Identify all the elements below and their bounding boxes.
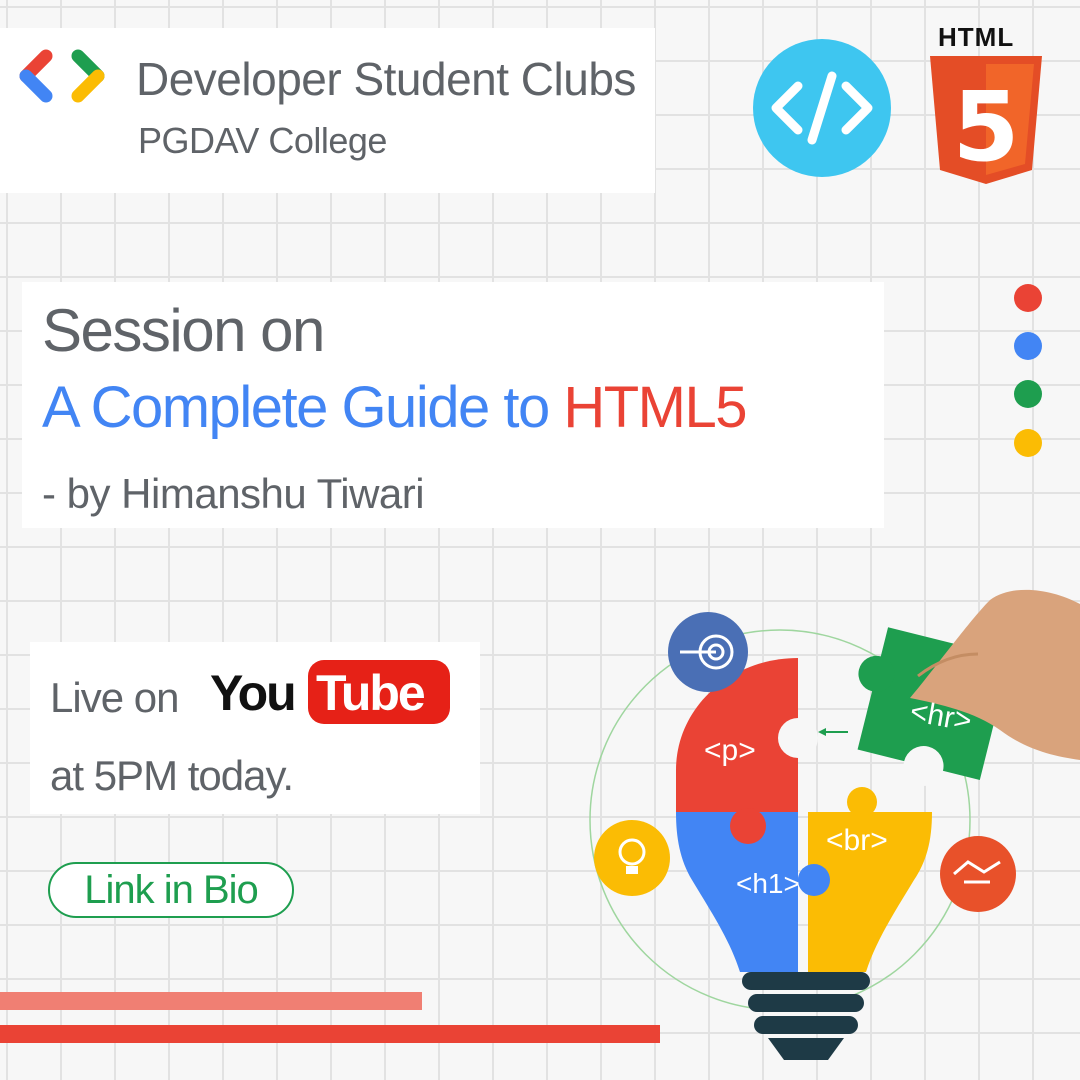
org-name: Developer Student Clubs: [136, 53, 636, 105]
dot-green: [1014, 380, 1042, 408]
speaker: - by Himanshu Tiwari: [42, 470, 425, 517]
html5-number: 5: [953, 71, 1020, 183]
title-line2: A Complete Guide to HTML5: [42, 374, 747, 441]
tag-p: <p>: [704, 734, 756, 767]
live-prefix: Live on: [50, 674, 179, 721]
title-line1: Session on: [42, 297, 325, 364]
handshake-icon: [940, 836, 1016, 912]
dot-blue: [1014, 332, 1042, 360]
youtube-tube: Tube: [316, 665, 426, 721]
dot-red: [1014, 284, 1042, 312]
link-in-bio-button[interactable]: Link in Bio: [48, 862, 294, 918]
title-guide: A Complete Guide to: [42, 375, 564, 440]
tag-br: <br>: [826, 824, 888, 857]
dot-yellow: [1014, 429, 1042, 457]
dsc-logo-icon: [19, 49, 105, 103]
html5-shield-icon: 5: [930, 56, 1042, 184]
code-icon: [753, 39, 891, 177]
html5-label: HTML: [938, 22, 1015, 52]
target-icon: [668, 612, 748, 692]
decor-bar-dark: [0, 1025, 660, 1043]
college-name: PGDAV College: [138, 120, 387, 161]
title-html5: HTML5: [563, 375, 747, 440]
tag-h1: <h1>: [736, 868, 800, 899]
link-in-bio-label: Link in Bio: [84, 868, 259, 912]
decor-bar-light: [0, 992, 422, 1010]
lightbulb-icon: [594, 820, 670, 896]
bulb-base-icon: [742, 972, 870, 1060]
youtube-you: You: [210, 665, 297, 721]
live-time: at 5PM today.: [50, 752, 294, 799]
